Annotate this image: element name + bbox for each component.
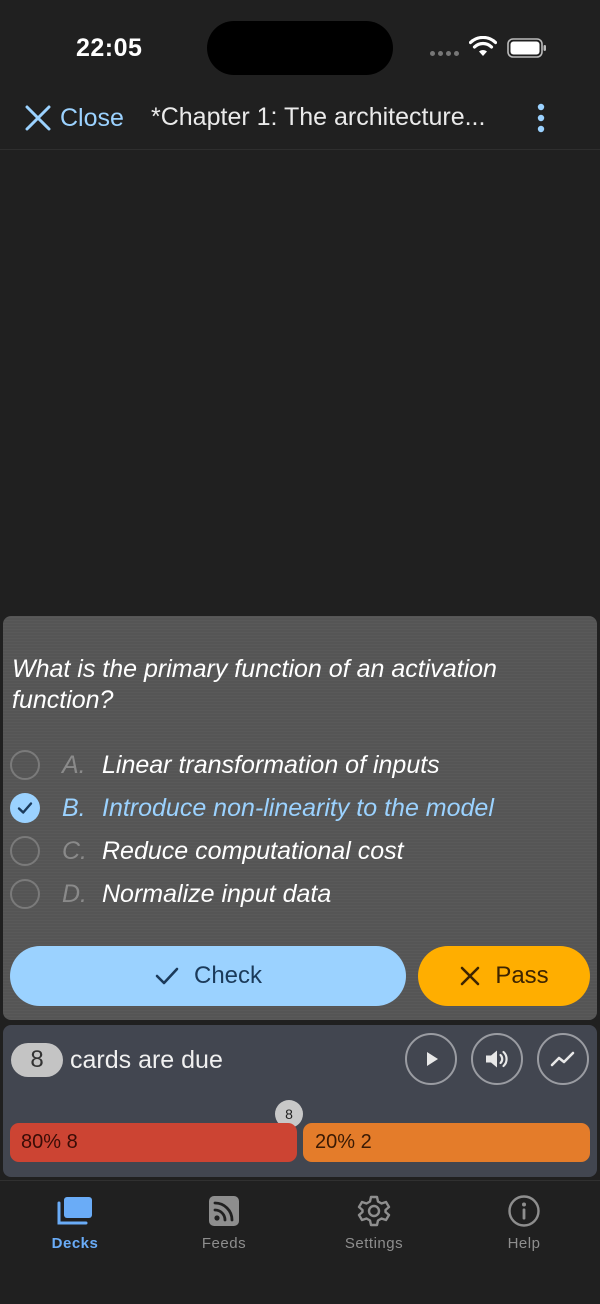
option-text: Normalize input data: [102, 879, 332, 908]
audio-button[interactable]: [471, 1033, 523, 1085]
close-label: Close: [60, 103, 124, 132]
play-button[interactable]: [405, 1033, 457, 1085]
radio-button[interactable]: [10, 879, 40, 909]
checkmark-icon: [17, 802, 33, 814]
check-label: Check: [193, 962, 263, 989]
tab-decks[interactable]: Decks: [20, 1193, 130, 1253]
due-panel: 8 cards are due 8 80% 8 20% 2: [3, 1025, 597, 1177]
option-letter: B.: [62, 793, 86, 822]
option-c[interactable]: C. Reduce computational cost: [10, 833, 590, 869]
tab-bar: Decks Feeds Settings Help: [0, 1180, 600, 1304]
info-icon: [508, 1195, 540, 1227]
radio-button[interactable]: [10, 750, 40, 780]
tab-feeds[interactable]: Feeds: [169, 1193, 279, 1253]
option-text: Linear transformation of inputs: [102, 750, 440, 779]
nav-bar: Close *Chapter 1: The architecture...: [0, 92, 600, 150]
due-text: cards are due: [70, 1046, 223, 1074]
tab-settings[interactable]: Settings: [319, 1193, 429, 1253]
pass-label: Pass: [495, 962, 549, 989]
checkmark-icon: [155, 967, 179, 985]
option-d[interactable]: D. Normalize input data: [10, 876, 590, 912]
nav-title: *Chapter 1: The architecture...: [151, 103, 486, 131]
gear-icon: [357, 1195, 391, 1227]
status-time: 22:05: [76, 34, 143, 62]
quiz-panel: What is the primary function of an activ…: [3, 616, 597, 1020]
decks-icon: [57, 1197, 92, 1225]
progress-bar-red: 80% 8: [10, 1123, 297, 1162]
speaker-icon: [486, 1050, 508, 1068]
close-icon: [25, 105, 51, 131]
tab-label: Help: [507, 1235, 541, 1252]
battery-icon: [507, 38, 546, 58]
option-letter: C.: [62, 836, 87, 865]
option-text: Introduce non-linearity to the model: [102, 793, 494, 822]
progress-bar-orange: 20% 2: [303, 1123, 590, 1162]
question-text: What is the primary function of an activ…: [12, 655, 497, 714]
tab-help[interactable]: Help: [469, 1193, 579, 1253]
trending-up-icon: [550, 1051, 575, 1067]
cellular-signal-icon: [430, 51, 459, 56]
pass-button[interactable]: Pass: [418, 946, 590, 1006]
close-button[interactable]: Close: [24, 102, 124, 134]
due-count-badge: 8: [11, 1043, 63, 1077]
rss-icon: [209, 1196, 239, 1226]
option-letter: A.: [62, 750, 86, 779]
status-bar: 22:05: [0, 0, 600, 92]
more-menu-icon[interactable]: [530, 102, 552, 134]
option-text: Reduce computational cost: [102, 836, 404, 865]
dynamic-island: [207, 21, 393, 75]
radio-button[interactable]: [10, 836, 40, 866]
wifi-icon: [469, 36, 497, 56]
tab-label: Decks: [51, 1235, 99, 1252]
tab-label: Settings: [344, 1235, 404, 1252]
play-icon: [427, 1052, 438, 1066]
tab-label: Feeds: [201, 1235, 247, 1252]
close-icon: [461, 966, 480, 986]
option-b[interactable]: B. Introduce non-linearity to the model: [10, 790, 590, 826]
stats-button[interactable]: [537, 1033, 589, 1085]
option-letter: D.: [62, 879, 87, 908]
option-a[interactable]: A. Linear transformation of inputs: [10, 747, 590, 783]
radio-button-checked[interactable]: [10, 793, 40, 823]
check-button[interactable]: Check: [10, 946, 406, 1006]
